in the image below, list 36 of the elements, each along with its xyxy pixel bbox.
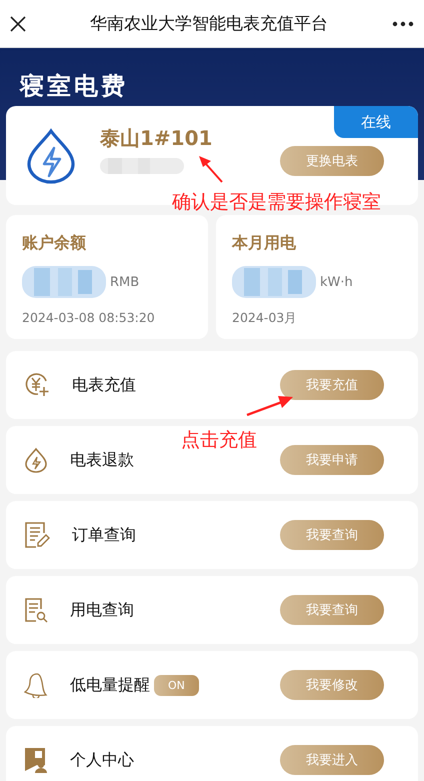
page-title: 华南农业大学智能电表充值平台 (90, 13, 328, 35)
annotation-arrow (198, 155, 224, 183)
bell-icon (24, 672, 48, 698)
change-meter-button[interactable]: 更换电表 (280, 146, 384, 176)
action-button[interactable]: 我要充值 (280, 370, 384, 400)
action-button[interactable]: 我要申请 (280, 445, 384, 475)
document-search-icon (24, 597, 48, 623)
yuan-coin-icon (24, 372, 50, 398)
annotation-text: 确认是否是需要操作寝室 (172, 190, 381, 215)
action-button[interactable]: 我要进入 (280, 745, 384, 775)
person-card-icon (24, 747, 48, 773)
menu-label: 个人中心 (70, 750, 134, 770)
action-button[interactable]: 我要查询 (280, 520, 384, 550)
stat-title: 账户余额 (22, 233, 87, 254)
annotation-text: 点击充值 (181, 428, 257, 453)
more-icon[interactable] (392, 20, 414, 26)
annotation-arrow (246, 396, 294, 416)
stat-unit: RMB (110, 274, 140, 290)
status-badge: ON (154, 674, 199, 696)
action-button[interactable]: 我要修改 (280, 670, 384, 700)
document-pen-icon (24, 521, 50, 549)
status-tag: 在线 (334, 106, 418, 138)
menu-label: 电表退款 (70, 450, 134, 470)
menu-label: 用电查询 (70, 600, 134, 620)
lightning-drop-icon (24, 447, 48, 473)
action-button[interactable]: 我要查询 (280, 595, 384, 625)
stat-title: 本月用电 (232, 233, 297, 254)
menu-label: 低电量提醒 (70, 674, 150, 696)
stat-unit: kW·h (320, 274, 353, 290)
menu-label: 订单查询 (72, 524, 136, 546)
stat-time: 2024-03月 (232, 310, 298, 327)
room-name: 泰山1#101 (100, 125, 214, 152)
close-icon[interactable] (10, 16, 26, 32)
stat-time: 2024-03-08 08:53:20 (22, 310, 156, 325)
menu-label: 电表充值 (72, 374, 136, 396)
header-title: 寝室电费 (20, 72, 128, 100)
